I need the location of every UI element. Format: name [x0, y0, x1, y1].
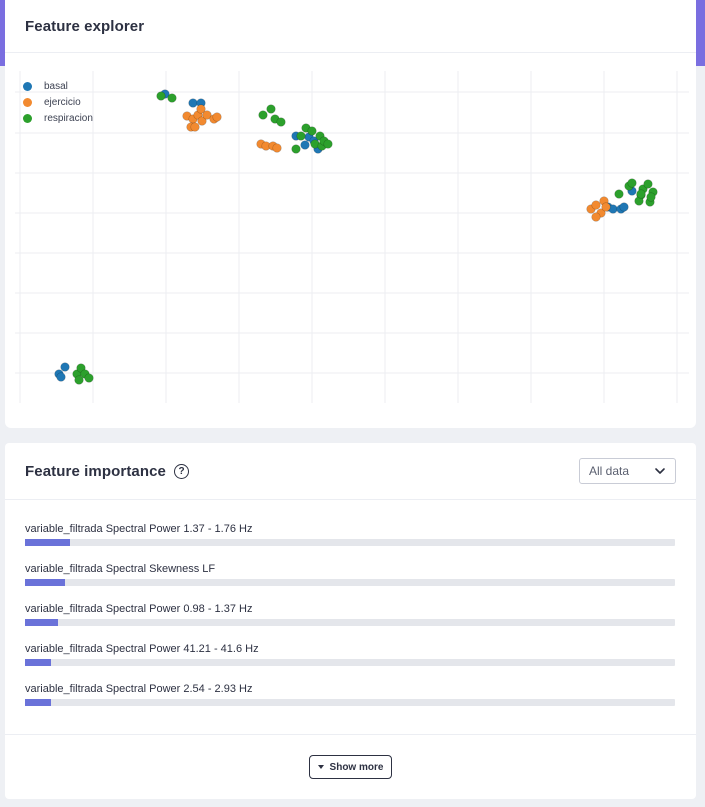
feature-bar-fill	[25, 619, 59, 626]
feature-bar-track	[25, 539, 675, 546]
scatter-point-ejercicio[interactable]	[212, 112, 222, 122]
question-circle-icon[interactable]: ?	[174, 463, 190, 479]
scatter-point-respiracion[interactable]	[258, 110, 268, 120]
feature-bar-fill	[25, 699, 51, 706]
feature-explorer-card: Feature explorer basal ejercicio respira…	[5, 0, 696, 428]
scatter-point-ejercicio[interactable]	[591, 200, 601, 210]
scatter-point-ejercicio[interactable]	[591, 212, 601, 222]
scatter-point-basal[interactable]	[56, 372, 66, 382]
scatter-point-respiracion[interactable]	[296, 131, 306, 141]
data-filter-select[interactable]: All data	[579, 458, 676, 484]
legend-item-respiracion[interactable]: respiracion	[18, 110, 93, 126]
legend-label-basal: basal	[44, 80, 68, 92]
feature-label: variable_filtrada Spectral Power 41.21 -…	[25, 643, 259, 655]
legend-item-basal[interactable]: basal	[18, 78, 93, 94]
feature-bar-track	[25, 699, 675, 706]
legend-label-respiracion: respiracion	[44, 112, 93, 124]
scatter-point-respiracion[interactable]	[276, 117, 286, 127]
scatter-point-ejercicio[interactable]	[190, 122, 200, 132]
scatter-point-basal[interactable]	[60, 362, 70, 372]
scatter-point-respiracion[interactable]	[291, 144, 301, 154]
scatter-point-basal[interactable]	[300, 140, 310, 150]
scatter-point-basal[interactable]	[188, 98, 198, 108]
feature-label: variable_filtrada Spectral Power 2.54 - …	[25, 683, 253, 695]
scatter-point-respiracion[interactable]	[646, 192, 656, 202]
legend-item-ejercicio[interactable]: ejercicio	[18, 94, 93, 110]
caret-down-icon	[317, 765, 324, 769]
feature-row: variable_filtrada Spectral Power 0.98 - …	[25, 602, 676, 642]
scatter-point-respiracion[interactable]	[74, 375, 84, 385]
feature-importance-header: Feature importance ? All data	[5, 443, 696, 500]
chevron-down-icon	[655, 468, 665, 474]
scatter-point-respiracion[interactable]	[167, 93, 177, 103]
scatter-point-respiracion[interactable]	[156, 91, 166, 101]
feature-importance-title: Feature importance	[25, 462, 167, 480]
show-more-label: Show more	[329, 761, 384, 773]
feature-label: variable_filtrada Spectral Power 0.98 - …	[25, 603, 253, 615]
scatter-point-respiracion[interactable]	[636, 189, 646, 199]
feature-bar-fill	[25, 539, 70, 546]
legend-dot-respiracion	[23, 113, 32, 123]
scatter-point-respiracion[interactable]	[307, 126, 317, 136]
legend-label-ejercicio: ejercicio	[44, 96, 81, 108]
scatter-svg[interactable]	[15, 71, 689, 403]
feature-row: variable_filtrada Spectral Power 1.37 - …	[25, 522, 676, 562]
feature-bar-track	[25, 579, 675, 586]
feature-label: variable_filtrada Spectral Skewness LF	[25, 563, 216, 575]
feature-bar-fill	[25, 579, 65, 586]
show-more-button[interactable]: Show more	[308, 755, 393, 779]
feature-explorer-header: Feature explorer	[5, 0, 696, 53]
scatter-point-respiracion[interactable]	[627, 178, 637, 188]
scatter-point-respiracion[interactable]	[323, 139, 333, 149]
feature-row: variable_filtrada Spectral Power 2.54 - …	[25, 682, 676, 722]
scatter-point-respiracion[interactable]	[84, 373, 94, 383]
feature-bar-track	[25, 659, 675, 666]
scatter-point-ejercicio[interactable]	[272, 143, 282, 153]
feature-explorer-title: Feature explorer	[25, 17, 145, 35]
scatter-point-ejercicio[interactable]	[601, 202, 611, 212]
feature-importance-card: Feature importance ? All data variable_f…	[5, 443, 696, 799]
feature-importance-list: variable_filtrada Spectral Power 1.37 - …	[5, 500, 696, 722]
scatter-point-respiracion[interactable]	[614, 189, 624, 199]
data-filter-value: All data	[589, 464, 630, 478]
feature-importance-footer: Show more	[5, 734, 696, 799]
feature-label: variable_filtrada Spectral Power 1.37 - …	[25, 523, 253, 535]
scatter-legend: basal ejercicio respiracion	[18, 78, 93, 126]
scatter-point-respiracion[interactable]	[643, 179, 653, 189]
feature-bar-track	[25, 619, 675, 626]
scatter-plot[interactable]	[15, 71, 689, 403]
feature-row: variable_filtrada Spectral Skewness LF	[25, 562, 676, 602]
legend-dot-ejercicio	[23, 97, 32, 107]
feature-row: variable_filtrada Spectral Power 41.21 -…	[25, 642, 676, 682]
scatter-point-basal[interactable]	[619, 202, 629, 212]
legend-dot-basal	[23, 81, 32, 91]
feature-bar-fill	[25, 659, 51, 666]
scatter-point-respiracion[interactable]	[266, 104, 276, 114]
